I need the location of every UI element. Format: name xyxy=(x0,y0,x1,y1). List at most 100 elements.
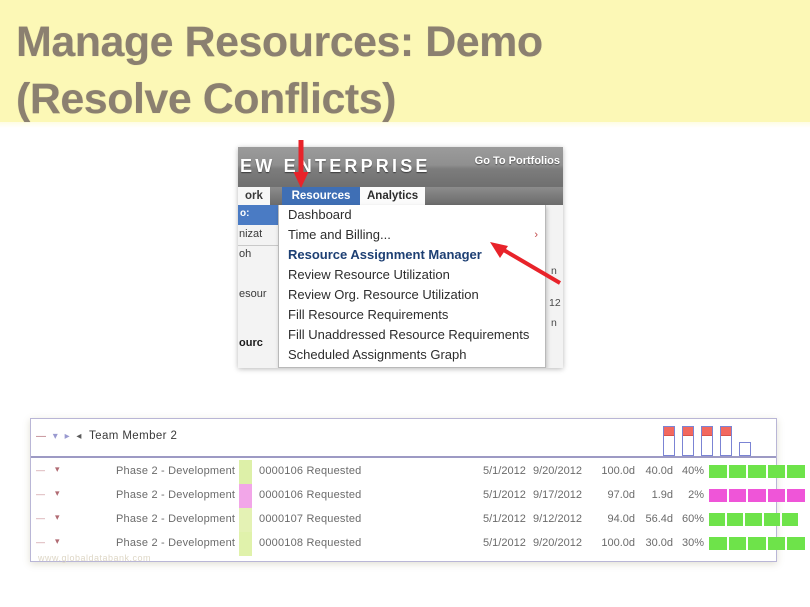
gantt-segment xyxy=(709,513,726,526)
brand-text: EW ENTERPRISE xyxy=(240,156,431,176)
menu-item-review-org-resource-utilization[interactable]: Review Org. Resource Utilization xyxy=(279,285,545,305)
row-dash-icon: — xyxy=(36,465,46,475)
left-fragment-graph: oh xyxy=(239,248,252,260)
group-row-label: Team Member 2 xyxy=(89,430,178,442)
row-caret-down-icon[interactable]: ▾ xyxy=(55,536,60,547)
gantt-segment xyxy=(709,465,727,478)
row-percent: 60% xyxy=(681,513,704,525)
red-arrow-diagonal-icon xyxy=(490,242,562,285)
row-code-status: 0000107 Requested xyxy=(259,513,362,525)
menu-item-label: Scheduled Assignments Graph xyxy=(288,347,467,362)
menu-item-label: Review Org. Resource Utilization xyxy=(288,287,479,302)
group-row-controls[interactable]: — ▾ ▸ ◂ xyxy=(36,431,83,442)
gantt-segment xyxy=(748,537,766,550)
menu-item-scheduled-assignments-graph[interactable]: Scheduled Assignments Graph xyxy=(279,345,545,365)
menu-item-label: Resource Assignment Manager xyxy=(288,247,482,262)
table-row[interactable]: — ▾ Phase 2 - Development 0000106 Requested… xyxy=(31,484,805,508)
menu-item-label: Review Resource Utilization xyxy=(288,267,450,282)
row-gantt-bar xyxy=(709,489,805,502)
gantt-segment xyxy=(709,537,727,550)
row-code-status: 0000106 Requested xyxy=(259,465,362,477)
row-start-date: 5/1/2012 xyxy=(483,513,526,525)
tab-analytics[interactable]: Analytics xyxy=(360,187,426,205)
chart-bar xyxy=(682,426,694,456)
menu-item-fill-unaddressed-resource-requirements[interactable]: Fill Unaddressed Resource Requirements xyxy=(279,325,545,345)
table-row[interactable]: — ▾ Phase 2 - Development 0000107 Requested… xyxy=(31,508,798,532)
red-arrow-down-icon xyxy=(293,140,309,188)
row-gantt-bar xyxy=(709,537,805,550)
row-status-chip xyxy=(239,508,252,532)
gantt-segment xyxy=(787,489,805,502)
menu-item-label: Time and Billing... xyxy=(288,227,391,242)
left-fragment-organization: nizat xyxy=(239,228,263,240)
row-gantt-bar xyxy=(709,465,805,478)
row-percent: 40% xyxy=(681,465,704,477)
menu-item-label: Fill Resource Requirements xyxy=(288,307,449,322)
row-caret-down-icon[interactable]: ▾ xyxy=(55,488,60,499)
row-dash-icon: — xyxy=(36,537,46,547)
row-gantt-bar xyxy=(709,513,798,526)
watermark-text: www.globaldatabank.com xyxy=(38,553,152,563)
left-fragment-resources-bold: ourc xyxy=(239,337,263,349)
gantt-segment xyxy=(767,465,786,478)
left-fragment-resource: esour xyxy=(239,288,267,300)
gantt-segment xyxy=(781,513,798,526)
menu-item-dashboard[interactable]: Dashboard xyxy=(279,205,545,225)
go-to-portfolios-link[interactable]: Go To Portfolios xyxy=(475,155,560,167)
row-work: 56.4d xyxy=(645,513,673,525)
gantt-segment xyxy=(763,513,780,526)
row-code-status: 0000106 Requested xyxy=(259,489,362,501)
menu-item-fill-resource-requirements[interactable]: Fill Resource Requirements xyxy=(279,305,545,325)
row-dash-icon: — xyxy=(36,513,46,523)
menu-item-label: Fill Unaddressed Resource Requirements xyxy=(288,327,530,342)
gantt-segment xyxy=(727,513,744,526)
row-duration: 100.0d xyxy=(601,465,635,477)
row-percent: 2% xyxy=(688,489,704,501)
page-title: Manage Resources: Demo (Resolve Conflict… xyxy=(16,14,716,128)
chart-bar-overallocation xyxy=(664,427,674,436)
gantt-segment xyxy=(728,537,747,550)
row-percent: 30% xyxy=(681,537,704,549)
chart-bar-overallocation xyxy=(683,427,693,436)
row-finish-date: 9/20/2012 xyxy=(533,537,582,549)
row-caret-down-icon[interactable]: ▾ xyxy=(55,464,60,475)
chart-bar xyxy=(720,426,732,456)
gantt-segment xyxy=(748,489,766,502)
menu-item-label: Dashboard xyxy=(288,207,352,222)
gantt-segment xyxy=(745,513,762,526)
right-fragment-2: 12 xyxy=(549,297,561,309)
tab-resources[interactable]: Resources xyxy=(282,187,360,205)
row-status-chip xyxy=(239,460,252,484)
gantt-segment xyxy=(767,489,786,502)
chart-bar xyxy=(739,442,751,456)
gantt-segment xyxy=(787,537,805,550)
allocation-bar-chart xyxy=(663,423,771,456)
gantt-segment xyxy=(728,489,747,502)
row-start-date: 5/1/2012 xyxy=(483,537,526,549)
row-work: 1.9d xyxy=(651,489,673,501)
row-caret-down-icon[interactable]: ▾ xyxy=(53,431,60,442)
tab-work[interactable]: ork xyxy=(238,187,270,205)
gantt-segment xyxy=(709,489,727,502)
page-title-line2: (Resolve Conflicts) xyxy=(16,75,396,123)
row-finish-date: 9/12/2012 xyxy=(533,513,582,525)
row-caret-left-icon[interactable]: ◂ xyxy=(76,431,83,442)
gantt-segment xyxy=(767,537,786,550)
row-start-date: 5/1/2012 xyxy=(483,465,526,477)
chart-bar-overallocation xyxy=(721,427,731,436)
row-duration: 97.0d xyxy=(607,489,635,501)
row-start-date: 5/1/2012 xyxy=(483,489,526,501)
group-header-row[interactable]: — ▾ ▸ ◂ Team Member 2 xyxy=(31,419,776,458)
row-caret-down-icon[interactable]: ▾ xyxy=(55,512,60,523)
table-row[interactable]: — ▾ Phase 2 - Development 0000106 Requested… xyxy=(31,460,805,484)
left-fragment-label: o: xyxy=(240,208,250,219)
row-duration: 100.0d xyxy=(601,537,635,549)
row-code-status: 0000108 Requested xyxy=(259,537,362,549)
left-blue-panel-fragment: o: xyxy=(238,205,278,225)
row-caret-right-icon[interactable]: ▸ xyxy=(65,431,72,442)
row-work: 40.0d xyxy=(645,465,673,477)
row-finish-date: 9/17/2012 xyxy=(533,489,582,501)
row-task-name: Phase 2 - Development xyxy=(116,489,236,501)
row-work: 30.0d xyxy=(645,537,673,549)
chart-bar xyxy=(701,426,713,456)
